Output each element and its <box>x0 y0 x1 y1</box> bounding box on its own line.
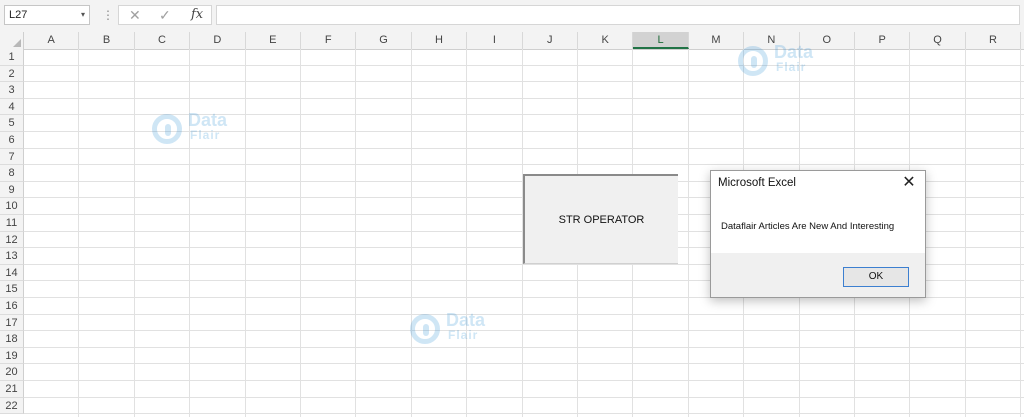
column-header-i[interactable]: I <box>467 32 523 49</box>
select-all-corner[interactable] <box>0 32 24 49</box>
column-header-e[interactable]: E <box>246 32 301 49</box>
grid-line-vertical <box>189 49 191 417</box>
dialog-title: Microsoft Excel <box>718 177 796 189</box>
grid-line-vertical <box>687 49 689 417</box>
name-box[interactable]: L27 ▾ <box>4 5 90 25</box>
grid-line-horizontal <box>24 363 1024 365</box>
row-header-22[interactable]: 22 <box>0 397 24 415</box>
column-header-d[interactable]: D <box>190 32 246 49</box>
grid-line-horizontal <box>24 97 1024 99</box>
grid-line-horizontal <box>24 346 1024 348</box>
formula-input[interactable] <box>216 5 1020 25</box>
grid-line-horizontal <box>24 330 1024 332</box>
column-header-h[interactable]: H <box>412 32 468 49</box>
grid-line-horizontal <box>24 81 1024 83</box>
grid-line-horizontal <box>24 313 1024 315</box>
column-header-r[interactable]: R <box>966 32 1022 49</box>
formula-actions: ✕ ✓ fx <box>118 5 212 25</box>
grid-line-vertical <box>1020 49 1022 417</box>
row-header-21[interactable]: 21 <box>0 381 24 398</box>
str-operator-button[interactable]: STR OPERATOR <box>523 174 678 264</box>
watermark-text-line2: Flair <box>448 328 479 342</box>
grid-line-vertical <box>78 49 80 417</box>
column-header-p[interactable]: P <box>855 32 911 49</box>
row-header-4[interactable]: 4 <box>0 98 24 116</box>
grid-line-horizontal <box>24 380 1024 381</box>
row-header-6[interactable]: 6 <box>0 132 24 149</box>
watermark-logo: Data Flair <box>738 42 848 84</box>
enter-check-icon[interactable]: ✓ <box>159 7 171 24</box>
row-header-13[interactable]: 13 <box>0 248 24 265</box>
row-header-8[interactable]: 8 <box>0 165 24 182</box>
grid-line-horizontal <box>24 396 1024 398</box>
dataflair-logo-icon <box>738 46 768 76</box>
grid-line-vertical <box>133 49 135 417</box>
watermark-logo: Data Flair <box>152 110 262 152</box>
row-header-2[interactable]: 2 <box>0 65 24 83</box>
formula-bar: L27 ▾ ⋮ ✕ ✓ fx <box>0 0 1024 33</box>
column-header-b[interactable]: B <box>79 32 135 49</box>
cancel-icon[interactable]: ✕ <box>129 7 141 24</box>
name-box-value: L27 <box>9 9 28 21</box>
row-header-9[interactable]: 9 <box>0 181 24 199</box>
grid-line-vertical <box>964 49 966 417</box>
row-header-16[interactable]: 16 <box>0 298 24 315</box>
dataflair-logo-icon <box>152 114 182 144</box>
row-header-3[interactable]: 3 <box>0 82 24 99</box>
row-header-12[interactable]: 12 <box>0 231 24 249</box>
watermark-logo: Data Flair <box>410 310 520 352</box>
insert-function-icon[interactable]: fx <box>191 7 203 22</box>
row-header-15[interactable]: 15 <box>0 281 24 298</box>
close-icon[interactable]: ✕ <box>901 173 917 193</box>
grip-icon[interactable]: ⋮ <box>102 8 114 22</box>
grid-line-vertical <box>410 49 412 417</box>
column-header-c[interactable]: C <box>135 32 191 49</box>
row-header-11[interactable]: 11 <box>0 215 24 232</box>
column-header-l[interactable]: L <box>633 32 689 49</box>
grid-line-horizontal <box>24 413 1024 415</box>
row-header-19[interactable]: 19 <box>0 347 24 365</box>
column-header-a[interactable]: A <box>24 32 80 49</box>
row-header-1[interactable]: 1 <box>0 49 24 66</box>
grid-line-vertical <box>300 49 301 417</box>
grid-line-vertical <box>466 49 468 417</box>
dialog-message: Dataflair Articles Are New And Interesti… <box>721 221 895 232</box>
ok-button[interactable]: OK <box>843 267 909 287</box>
dataflair-logo-icon <box>410 314 440 344</box>
message-box-dialog: Microsoft Excel ✕ Dataflair Articles Are… <box>710 170 926 298</box>
watermark-text-line2: Flair <box>190 128 221 142</box>
column-header-f[interactable]: F <box>301 32 357 49</box>
str-operator-button-label: STR OPERATOR <box>558 213 645 226</box>
row-header-14[interactable]: 14 <box>0 264 24 282</box>
row-header-20[interactable]: 20 <box>0 364 24 381</box>
column-header-k[interactable]: K <box>578 32 634 49</box>
grid-line-horizontal <box>24 64 1024 66</box>
chevron-down-icon[interactable]: ▾ <box>81 6 85 24</box>
column-header-j[interactable]: J <box>523 32 578 49</box>
grid-line-vertical <box>244 49 246 417</box>
column-header-q[interactable]: Q <box>910 32 966 49</box>
row-header-7[interactable]: 7 <box>0 148 24 166</box>
grid-line-horizontal <box>24 164 1024 166</box>
row-header-10[interactable]: 10 <box>0 198 24 215</box>
column-header-g[interactable]: G <box>356 32 412 49</box>
row-header-18[interactable]: 18 <box>0 331 24 348</box>
watermark-text-line2: Flair <box>776 60 807 74</box>
grid-line-vertical <box>355 49 357 417</box>
column-header-m[interactable]: M <box>689 32 745 49</box>
row-header-5[interactable]: 5 <box>0 115 24 132</box>
dialog-footer: OK <box>711 253 925 297</box>
row-header-17[interactable]: 17 <box>0 314 24 332</box>
